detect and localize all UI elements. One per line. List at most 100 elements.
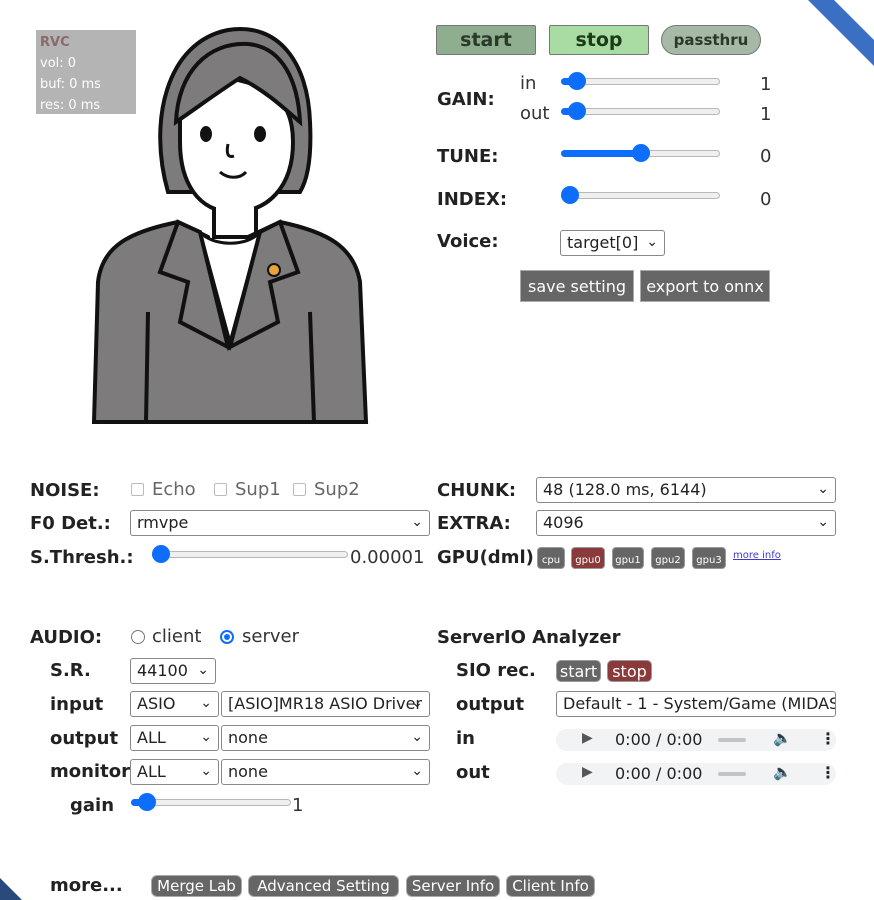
gpu1-button[interactable]: gpu1 [612, 547, 644, 569]
client-label: client [152, 626, 202, 647]
monitor-type-value: ALL [137, 762, 166, 781]
f0-label: F0 Det.: [30, 513, 111, 534]
gpu2-button[interactable]: gpu2 [651, 547, 685, 569]
chunk-select-value: 48 (128.0 ms, 6144) [543, 480, 707, 499]
output-device-value: none [228, 728, 268, 747]
extra-select[interactable]: 4096 ⌄ [536, 510, 836, 536]
sio-stop-button[interactable]: stop [607, 660, 652, 682]
server-label: server [242, 626, 299, 647]
gain-in-label: in [520, 73, 537, 94]
progress-bar[interactable] [718, 738, 746, 742]
chevron-down-icon: ⌄ [817, 481, 829, 497]
gain-label: GAIN: [437, 89, 495, 110]
sio-output-select[interactable]: Default - 1 - System/Game (MIDAS [556, 691, 836, 717]
monitor-device-select[interactable]: none ⌄ [221, 759, 430, 785]
status-panel: RVC vol: 0 buf: 0 ms res: 0 ms [36, 30, 136, 114]
index-label: INDEX: [437, 189, 508, 210]
chevron-down-icon: ⌄ [200, 763, 212, 779]
client-radio[interactable] [131, 630, 145, 644]
stop-button[interactable]: stop [549, 25, 649, 55]
input-type-value: ASIO [137, 694, 176, 713]
export-onnx-button[interactable]: export to onnx [640, 270, 770, 302]
chunk-label: CHUNK: [437, 480, 517, 501]
chevron-down-icon: ⌄ [411, 729, 423, 745]
echo-checkbox[interactable] [131, 483, 144, 496]
status-volume: vol: 0 [40, 56, 77, 71]
monitor-label: monitor [50, 761, 130, 782]
status-title: RVC [40, 35, 70, 50]
sio-start-button[interactable]: start [556, 660, 601, 682]
more-options-icon[interactable]: ⋮ [820, 729, 836, 748]
server-radio[interactable] [220, 630, 234, 644]
corner-decoration-bottom [0, 878, 22, 900]
sio-in-time: 0:00 / 0:00 [615, 730, 703, 749]
start-button[interactable]: start [436, 25, 536, 55]
output-type-value: ALL [137, 728, 166, 747]
sio-output-value: Default - 1 - System/Game (MIDAS [563, 694, 836, 713]
extra-select-value: 4096 [543, 513, 584, 532]
sample-rate-label: S.R. [50, 660, 91, 681]
corner-decoration-cut [834, 0, 874, 40]
sup1-checkbox[interactable] [214, 483, 227, 496]
advanced-setting-button[interactable]: Advanced Setting [248, 875, 399, 897]
play-icon[interactable]: ▶ [582, 730, 593, 746]
monitor-type-select[interactable]: ALL ⌄ [130, 759, 219, 785]
client-info-button[interactable]: Client Info [506, 875, 595, 897]
sio-out-time: 0:00 / 0:00 [615, 764, 703, 783]
voice-select-value: target[0] [567, 233, 639, 252]
gain-out-label: out [520, 103, 550, 124]
output-device-select[interactable]: none ⌄ [221, 725, 430, 751]
sio-out-player[interactable]: ▶ 0:00 / 0:00 🔈 ⋮ [556, 763, 836, 785]
chevron-down-icon: ⌄ [411, 514, 423, 530]
sio-output-label: output [456, 694, 525, 715]
tune-label: TUNE: [437, 146, 499, 167]
monitor-gain-slider[interactable] [131, 793, 291, 813]
play-icon[interactable]: ▶ [582, 764, 593, 780]
sio-in-player[interactable]: ▶ 0:00 / 0:00 🔈 ⋮ [556, 729, 836, 751]
gpu3-button[interactable]: gpu3 [692, 547, 726, 569]
gain-out-slider[interactable] [561, 102, 720, 122]
f0-select[interactable]: rmvpe ⌄ [130, 510, 430, 536]
threshold-label: S.Thresh.: [30, 547, 134, 568]
gpu-cpu-button[interactable]: cpu [537, 547, 565, 569]
chevron-down-icon: ⌄ [817, 514, 829, 530]
voice-select[interactable]: target[0] ⌄ [560, 230, 665, 256]
more-label: more... [50, 875, 123, 896]
index-slider[interactable] [561, 186, 720, 206]
sio-rec-label: SIO rec. [456, 660, 536, 681]
chevron-down-icon: ⌄ [411, 695, 423, 711]
sio-out-label: out [456, 762, 490, 783]
extra-label: EXTRA: [437, 513, 511, 534]
output-type-select[interactable]: ALL ⌄ [130, 725, 219, 751]
status-response: res: 0 ms [40, 98, 101, 113]
gain-in-slider[interactable] [561, 72, 720, 92]
sup1-label: Sup1 [235, 479, 281, 500]
sample-rate-select[interactable]: 44100 ⌄ [130, 658, 216, 684]
passthru-button[interactable]: passthru [661, 25, 761, 55]
gain-out-value: 1 [760, 104, 772, 125]
volume-icon[interactable]: 🔈 [773, 763, 792, 781]
volume-icon[interactable]: 🔈 [773, 729, 792, 747]
tune-slider[interactable] [561, 144, 720, 164]
save-setting-button[interactable]: save setting [520, 270, 634, 302]
sio-in-label: in [456, 728, 475, 749]
server-info-button[interactable]: Server Info [406, 875, 500, 897]
chunk-select[interactable]: 48 (128.0 ms, 6144) ⌄ [536, 477, 836, 503]
input-device-select[interactable]: [ASIO]MR18 ASIO Driver ⌄ [221, 691, 430, 717]
sup2-checkbox[interactable] [293, 483, 306, 496]
more-info-link[interactable]: more info [733, 550, 781, 561]
gpu-label: GPU(dml) [437, 547, 534, 568]
gain-in-value: 1 [760, 74, 772, 95]
more-options-icon[interactable]: ⋮ [820, 763, 836, 782]
progress-bar[interactable] [718, 772, 746, 776]
gpu0-button[interactable]: gpu0 [571, 547, 605, 569]
threshold-slider[interactable] [152, 545, 348, 565]
input-type-select[interactable]: ASIO ⌄ [130, 691, 219, 717]
chevron-down-icon: ⌄ [200, 729, 212, 745]
input-label: input [50, 694, 104, 715]
tune-value: 0 [760, 146, 772, 167]
threshold-value: 0.00001 [350, 547, 425, 568]
chevron-down-icon: ⌄ [200, 695, 212, 711]
merge-lab-button[interactable]: Merge Lab [151, 875, 242, 897]
output-label: output [50, 728, 119, 749]
